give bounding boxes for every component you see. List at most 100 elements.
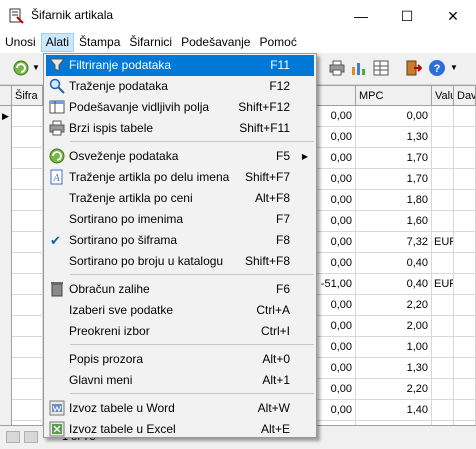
row-header[interactable] — [0, 337, 12, 358]
cell-valuta[interactable] — [432, 169, 454, 190]
cell-valuta[interactable]: EUR — [432, 232, 454, 253]
cell-valuta[interactable] — [432, 295, 454, 316]
cell-valuta[interactable]: EUR — [432, 274, 454, 295]
menu-item-sort-sifre[interactable]: ✔ Sortirano po šiframa F8 — [46, 230, 314, 251]
menu-item-izaberi-sve[interactable]: Izaberi sve podatke Ctrl+A — [46, 300, 314, 321]
cell-dav[interactable] — [454, 316, 476, 337]
cell-mpc[interactable]: 1,80 — [356, 190, 432, 211]
menu-item-sort-katalog[interactable]: Sortirano po broju u katalogu Shift+F8 — [46, 251, 314, 272]
row-header[interactable] — [0, 358, 12, 379]
menu-item-trazenje-po-imenu[interactable]: A Traženje artikla po delu imena Shift+F7 — [46, 167, 314, 188]
cell-valuta[interactable] — [432, 190, 454, 211]
cell-valuta[interactable] — [432, 358, 454, 379]
chart-icon[interactable] — [350, 59, 368, 77]
cell-mpc[interactable]: 1,60 — [356, 211, 432, 232]
cell-sifra[interactable] — [12, 232, 43, 253]
cell-sifra[interactable] — [12, 379, 43, 400]
cell-mpc[interactable]: 0,40 — [356, 274, 432, 295]
row-header[interactable] — [0, 379, 12, 400]
refresh-icon[interactable] — [12, 59, 30, 77]
cell-mpc[interactable]: 1,40 — [356, 400, 432, 421]
cell-mpc[interactable]: 1,30 — [356, 127, 432, 148]
cell-valuta[interactable] — [432, 211, 454, 232]
cell-sifra[interactable] — [12, 169, 43, 190]
cell-dav[interactable] — [454, 148, 476, 169]
row-header[interactable] — [0, 232, 12, 253]
row-header[interactable] — [0, 190, 12, 211]
help-icon[interactable]: ? — [428, 59, 446, 77]
cell-mpc[interactable]: 1,70 — [356, 148, 432, 169]
cell-dav[interactable] — [454, 379, 476, 400]
cell-mpc[interactable]: 1,70 — [356, 169, 432, 190]
row-header[interactable] — [0, 400, 12, 421]
menu-item-obracun-zalihe[interactable]: Obračun zalihe F6 — [46, 279, 314, 300]
menu-alati[interactable]: Alati — [40, 33, 75, 52]
menu-item-glavni-meni[interactable]: Glavni meni Alt+1 — [46, 370, 314, 391]
menu-item-sort-imena[interactable]: Sortirano po imenima F7 — [46, 209, 314, 230]
cell-sifra[interactable] — [12, 295, 43, 316]
cell-sifra[interactable] — [12, 400, 43, 421]
column-header-valuta[interactable]: Valu — [432, 86, 454, 106]
cell-sifra[interactable] — [12, 190, 43, 211]
cell-valuta[interactable] — [432, 316, 454, 337]
maximize-button[interactable]: ☐ — [384, 0, 430, 32]
cell-dav[interactable] — [454, 169, 476, 190]
menu-item-popis-prozora[interactable]: Popis prozora Alt+0 — [46, 349, 314, 370]
menu-podesavanje[interactable]: Podešavanje — [177, 33, 254, 52]
menu-item-izvoz-excel[interactable]: Izvoz tabele u Excel Alt+E — [46, 419, 314, 440]
column-header-dav[interactable]: Dav — [454, 86, 476, 106]
close-button[interactable]: ✕ — [430, 0, 476, 32]
dropdown-arrow-icon[interactable]: ▼ — [450, 63, 458, 72]
row-header[interactable] — [0, 127, 12, 148]
cell-sifra[interactable] — [12, 127, 43, 148]
menu-pomoc[interactable]: Pomoć — [255, 33, 300, 52]
column-header-mpc[interactable]: MPC — [356, 86, 432, 106]
cell-valuta[interactable] — [432, 106, 454, 127]
menu-item-preokreni-izbor[interactable]: Preokreni izbor Ctrl+I — [46, 321, 314, 342]
cell-dav[interactable] — [454, 358, 476, 379]
cell-valuta[interactable] — [432, 148, 454, 169]
menu-item-trazenje[interactable]: Traženje podataka F12 — [46, 76, 314, 97]
cell-mpc[interactable]: 2,20 — [356, 379, 432, 400]
row-header[interactable] — [0, 148, 12, 169]
cell-mpc[interactable]: 0,00 — [356, 106, 432, 127]
table-icon[interactable] — [372, 59, 390, 77]
row-header[interactable] — [0, 295, 12, 316]
menu-item-brzi-ispis[interactable]: Brzi ispis tabele Shift+F11 — [46, 118, 314, 139]
cell-dav[interactable] — [454, 400, 476, 421]
row-header[interactable] — [0, 169, 12, 190]
cell-sifra[interactable] — [12, 337, 43, 358]
first-record-button[interactable] — [6, 431, 20, 443]
menu-item-trazenje-po-ceni[interactable]: Traženje artikla po ceni Alt+F8 — [46, 188, 314, 209]
cell-sifra[interactable] — [12, 253, 43, 274]
cell-valuta[interactable] — [432, 400, 454, 421]
cell-valuta[interactable] — [432, 253, 454, 274]
menu-item-izvoz-word[interactable]: Izvoz tabele u Word Alt+W — [46, 398, 314, 419]
cell-dav[interactable] — [454, 232, 476, 253]
menu-item-filtriranje[interactable]: Filtriranje podataka F11 — [46, 55, 314, 76]
cell-sifra[interactable] — [12, 211, 43, 232]
menu-stampa[interactable]: Štampa — [75, 33, 124, 52]
prev-record-button[interactable] — [24, 431, 38, 443]
cell-sifra[interactable] — [12, 358, 43, 379]
row-header[interactable] — [0, 316, 12, 337]
cell-sifra[interactable] — [12, 148, 43, 169]
cell-mpc[interactable]: 1,30 — [356, 358, 432, 379]
row-header[interactable] — [0, 211, 12, 232]
cell-dav[interactable] — [454, 274, 476, 295]
menu-sifarnici[interactable]: Šifarnici — [125, 33, 176, 52]
menu-unosi[interactable]: Unosi — [1, 33, 40, 52]
cell-sifra[interactable] — [12, 106, 43, 127]
cell-dav[interactable] — [454, 106, 476, 127]
cell-mpc[interactable]: 2,20 — [356, 295, 432, 316]
cell-dav[interactable] — [454, 190, 476, 211]
cell-dav[interactable] — [454, 127, 476, 148]
exit-icon[interactable] — [404, 59, 422, 77]
cell-mpc[interactable]: 1,00 — [356, 337, 432, 358]
cell-valuta[interactable] — [432, 337, 454, 358]
row-header[interactable] — [0, 253, 12, 274]
cell-dav[interactable] — [454, 253, 476, 274]
print-icon[interactable] — [328, 59, 346, 77]
row-header[interactable]: ▶ — [0, 106, 12, 127]
menu-item-podesavanje-polja[interactable]: Podešavanje vidljivih polja Shift+F12 — [46, 97, 314, 118]
